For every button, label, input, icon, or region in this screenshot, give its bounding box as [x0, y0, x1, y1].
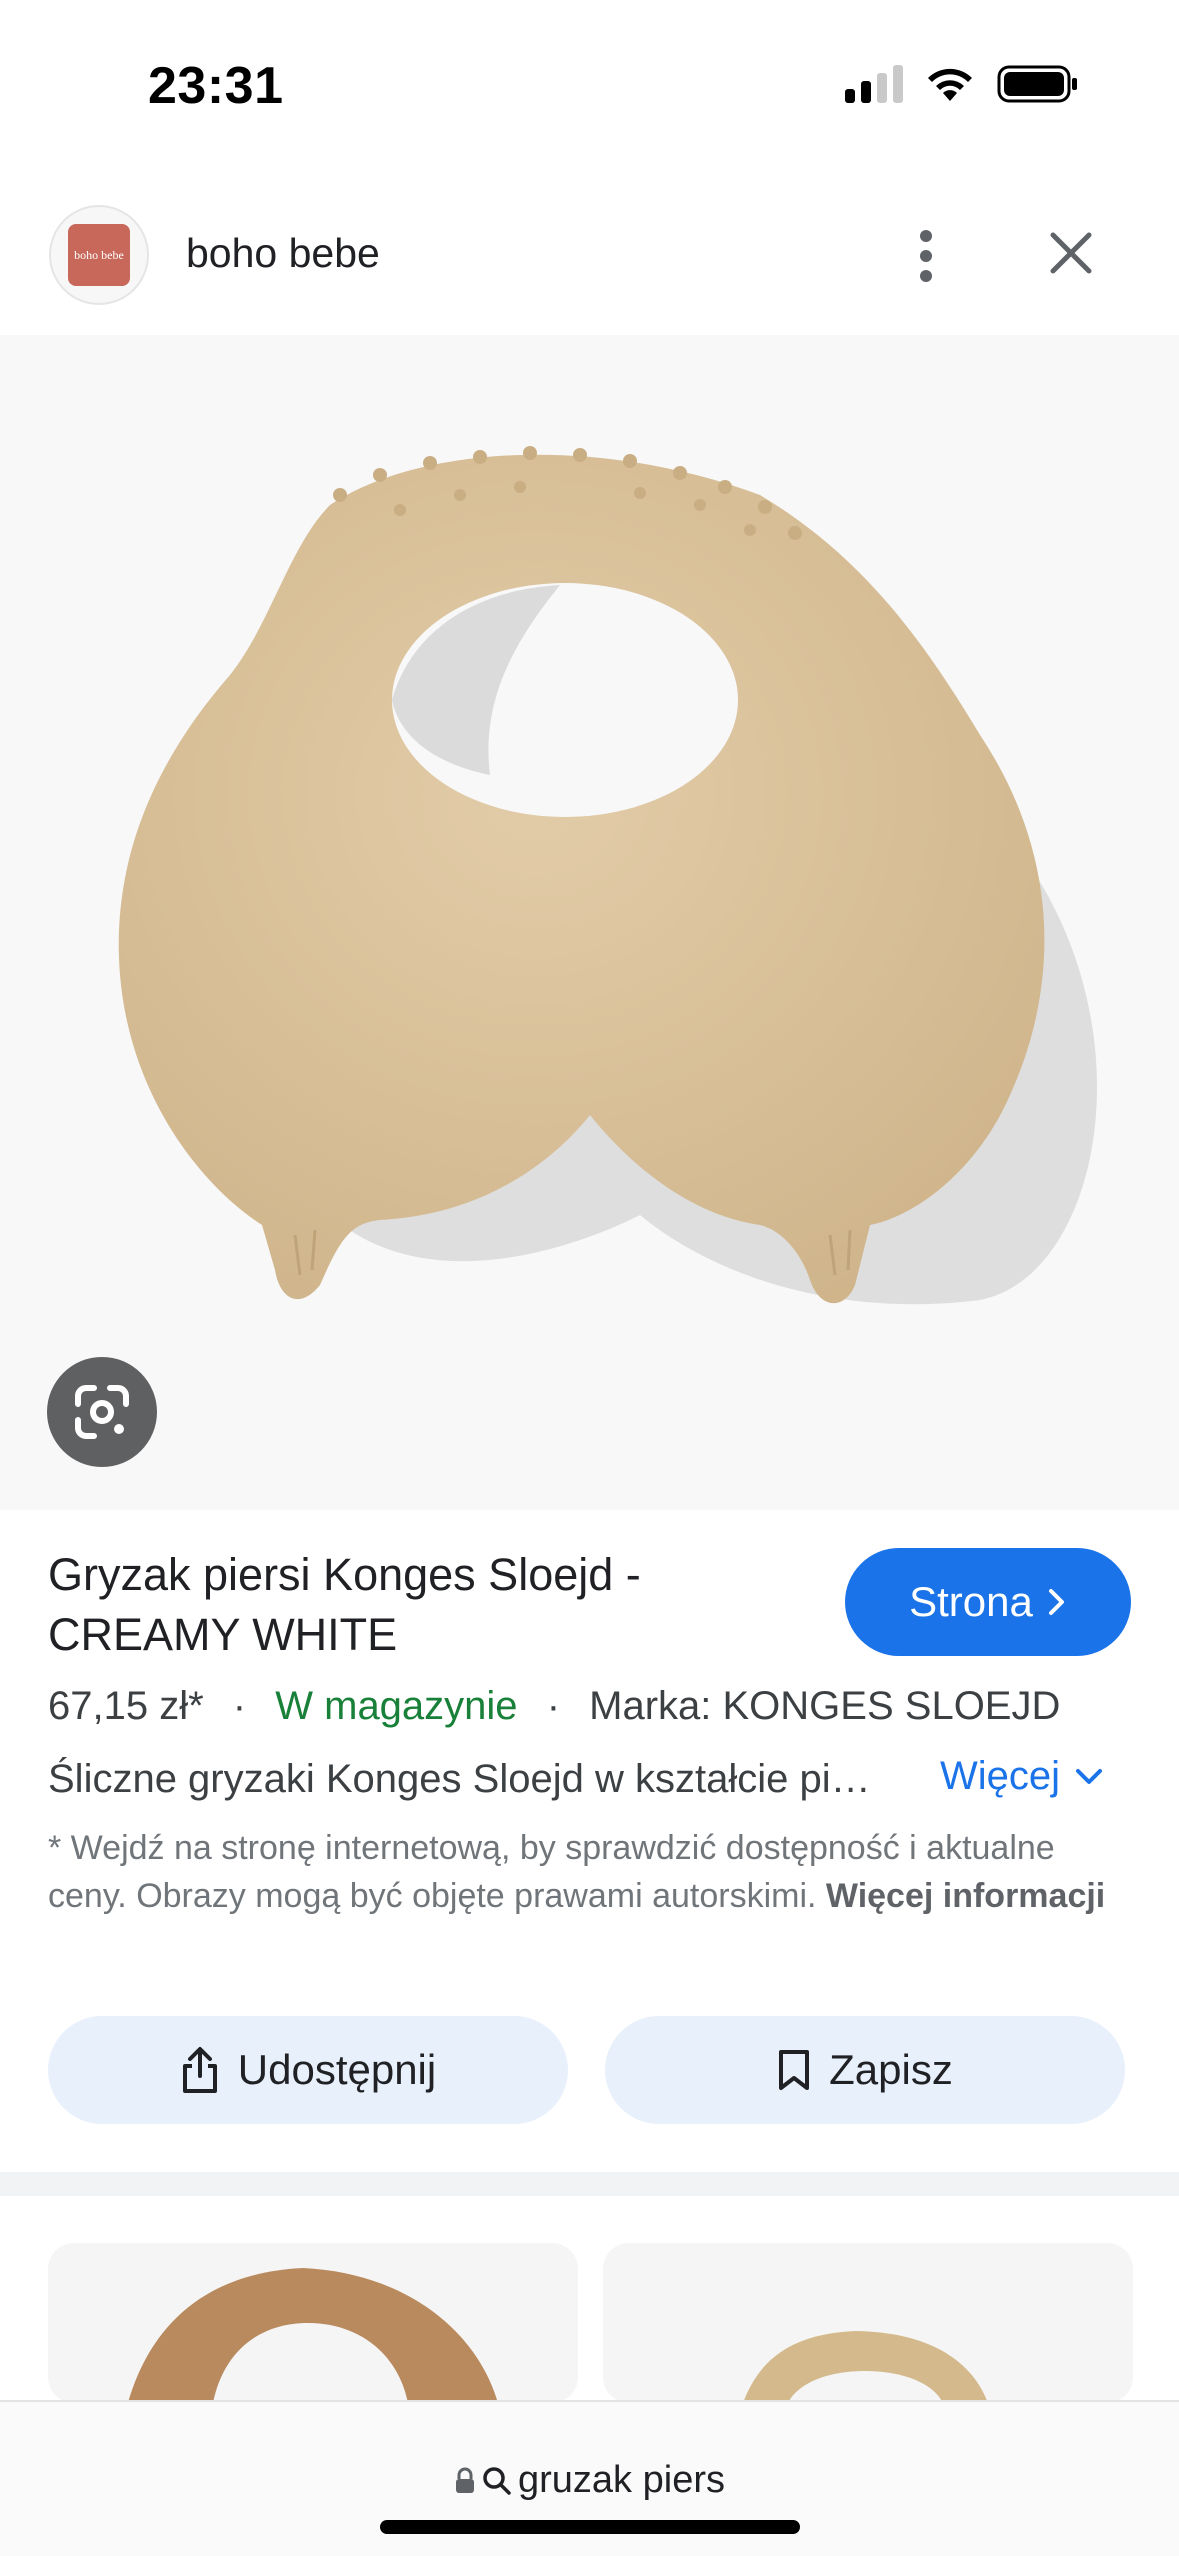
- disclaimer: * Wejdź na stronę internetową, by sprawd…: [48, 1824, 1138, 1920]
- separator-dot: ·: [546, 1684, 561, 1728]
- search-query: gruzak piers: [518, 2459, 725, 2501]
- teether-illustration: [118, 446, 1097, 1305]
- save-label: Zapisz: [829, 2046, 953, 2093]
- separator-dot: ·: [232, 1684, 247, 1728]
- product-description: Śliczne gryzaki Konges Sloejd w kształci…: [48, 1757, 888, 1801]
- close-button[interactable]: [1040, 222, 1102, 284]
- visit-site-button[interactable]: Strona: [845, 1548, 1131, 1656]
- more-details-toggle[interactable]: Więcej: [940, 1754, 1104, 1799]
- home-indicator: [380, 2520, 800, 2534]
- address-field[interactable]: gruzak piers: [0, 2459, 1179, 2502]
- related-product-image: [743, 2331, 988, 2403]
- google-lens-button[interactable]: [47, 1357, 157, 1467]
- related-result-card[interactable]: [48, 2243, 578, 2403]
- site-name[interactable]: boho bebe: [186, 230, 380, 277]
- more-info-link[interactable]: Więcej informacji: [826, 1877, 1105, 1915]
- wifi-icon: [928, 68, 972, 101]
- more-vert-icon: [920, 230, 932, 282]
- status-bar: 23:31: [0, 0, 1179, 175]
- google-lens-icon: [75, 1385, 129, 1439]
- share-icon: [182, 2047, 217, 2093]
- product-brand: Marka: KONGES SLOEJD: [589, 1684, 1061, 1728]
- section-divider: [0, 2172, 1179, 2196]
- product-image[interactable]: [0, 335, 1179, 1510]
- more-options-button[interactable]: [902, 220, 950, 292]
- status-time: 23:31: [148, 57, 284, 115]
- search-icon: [483, 2466, 511, 2495]
- product-price: 67,15 zł*: [48, 1684, 204, 1728]
- address-bar[interactable]: gruzak piers: [0, 2400, 1179, 2556]
- site-logo[interactable]: boho bebe: [49, 205, 149, 305]
- bookmark-icon: [779, 2050, 810, 2090]
- related-product-image: [128, 2268, 498, 2403]
- visit-site-label: Strona: [909, 1578, 1033, 1625]
- product-title: Gryzak piersi Konges Sloejd - CREAMY WHI…: [48, 1549, 641, 1660]
- more-details-label: Więcej: [940, 1754, 1061, 1798]
- status-icons: [845, 64, 1079, 104]
- chevron-right-icon: [1048, 1589, 1064, 1615]
- share-button[interactable]: Udostępnij: [48, 2016, 568, 2124]
- product-meta: 67,15 zł* · W magazynie · Marka: KONGES …: [48, 1684, 1060, 1729]
- chevron-down-icon: [1076, 1768, 1103, 1784]
- related-result-card[interactable]: [603, 2243, 1133, 2403]
- lock-icon: [456, 2467, 474, 2493]
- close-icon: [1050, 232, 1092, 274]
- stock-status: W magazynie: [275, 1684, 518, 1728]
- site-header: boho bebe boho bebe: [0, 200, 1179, 310]
- cellular-signal-icon: [845, 65, 903, 103]
- battery-icon: [997, 65, 1077, 103]
- save-button[interactable]: Zapisz: [605, 2016, 1125, 2124]
- site-logo-mark: boho bebe: [68, 224, 130, 286]
- share-label: Udostępnij: [237, 2046, 437, 2093]
